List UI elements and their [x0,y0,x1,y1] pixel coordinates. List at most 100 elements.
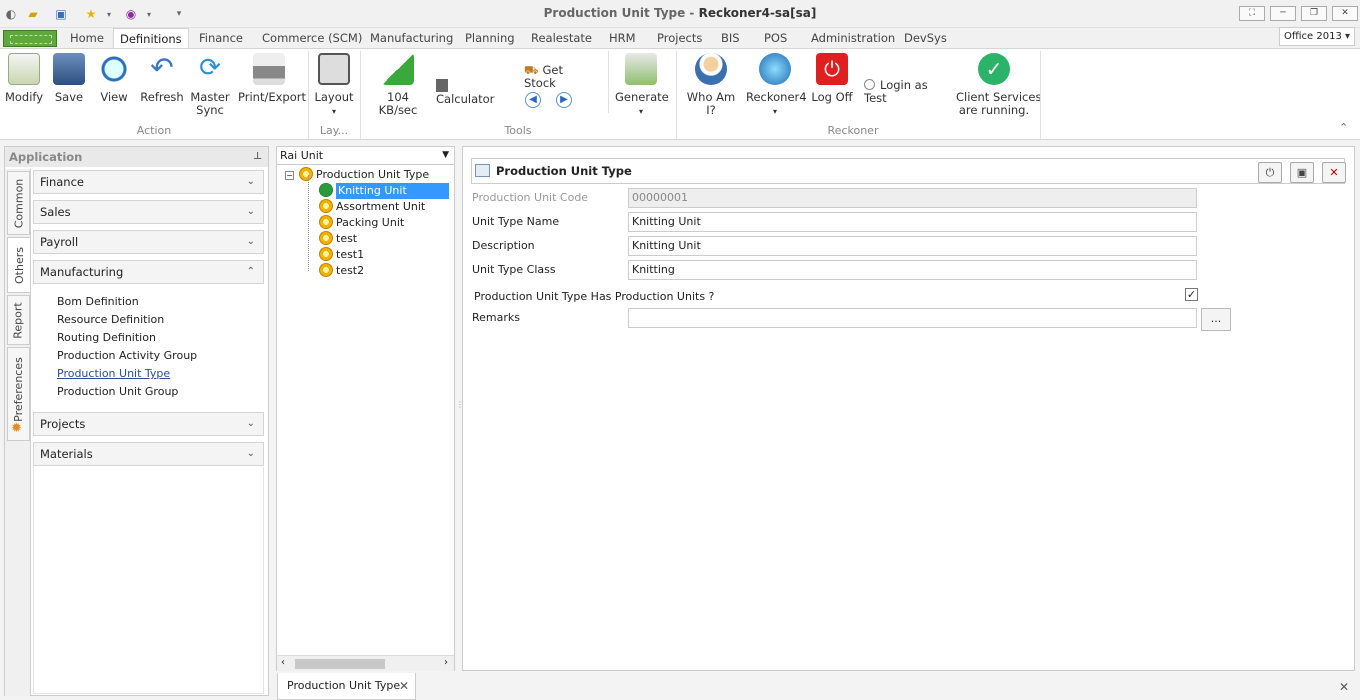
horizontal-scrollbar[interactable]: ‹ › [277,655,454,671]
minimize-button[interactable]: ─ [1270,6,1296,21]
calculator-button[interactable]: Calculator [436,79,508,106]
login-as-test-radio[interactable]: Login as Test [864,79,954,105]
tab-administration[interactable]: Administration [805,28,901,49]
title-bar: ◐ ▰ ▣ ★ ▾ ◉ ▾ ▾ Production Unit Type - R… [0,0,1360,28]
close-all-icon[interactable]: ✕ [1339,680,1349,694]
tab-home[interactable]: Home [64,28,110,49]
globe-icon [759,53,791,85]
tab-projects[interactable]: Projects [651,28,708,49]
acc-sales[interactable]: Sales ⌄ [33,200,264,224]
refresh-button[interactable]: ↶ Refresh [140,53,184,104]
close-form-button[interactable]: ✕ [1322,162,1346,183]
detail-form: Production Unit Type ⏻ ▣ ✕ Production Un… [462,146,1355,671]
reckoner4-button[interactable]: Reckoner4 ▾ [746,53,807,118]
restore-button[interactable]: ❐ [1301,6,1327,21]
acc-finance[interactable]: Finance ⌄ [33,170,264,194]
chevron-down-icon: ▼ [442,150,449,160]
vertical-tabs: Common Others Report Preferences ✹ [5,169,31,696]
nav-production-unit-type[interactable]: Production Unit Type [57,367,170,380]
group-separator [1040,51,1041,139]
ribbon-panel: Modify Save View ↶ Refresh ⟳ Master Sync… [0,48,1360,140]
tree-node[interactable]: test1 [319,247,364,263]
nav-production-unit-group[interactable]: Production Unit Group [57,385,178,398]
name-field[interactable]: Knitting Unit [628,212,1197,232]
pin-icon[interactable]: ⊥ [253,147,262,167]
tab-finance[interactable]: Finance [193,28,249,49]
nav-resource-definition[interactable]: Resource Definition [57,313,164,326]
power-toggle-button[interactable]: ⏻ [1258,162,1282,183]
save-button[interactable]: Save [52,53,86,104]
tree-node[interactable]: Knitting Unit [319,183,449,199]
description-field[interactable]: Knitting Unit [628,236,1197,256]
client-services-status: ✓ Client Services are running. [956,53,1041,117]
fullscreen-button[interactable]: ⛶ [1239,6,1265,21]
get-stock-button[interactable]: ⛟ Get Stock [524,64,596,90]
tree-node[interactable]: test [319,231,357,247]
tab-definitions[interactable]: Definitions [113,28,189,49]
sync-icon: ⟳ [199,53,221,83]
acc-materials[interactable]: Materials ⌄ [33,442,264,466]
group-label-layout: Lay... [319,124,349,137]
vtab-report[interactable]: Report [7,295,30,345]
acc-payroll[interactable]: Payroll ⌄ [33,230,264,254]
class-field[interactable]: Knitting [628,260,1197,280]
tree-node[interactable]: Packing Unit [319,215,404,231]
file-menu-button[interactable] [3,30,57,47]
remarks-field[interactable] [628,308,1197,328]
scroll-thumb[interactable] [295,659,385,669]
code-label: Production Unit Code [472,191,589,204]
tab-manufacturing[interactable]: Manufacturing [364,28,459,49]
remarks-ellipsis-button[interactable]: ... [1201,308,1231,331]
document-tab[interactable]: Production Unit Type ✕ [277,673,416,700]
close-button[interactable]: ✕ [1332,6,1358,21]
save-form-button[interactable]: ▣ [1290,162,1314,183]
forward-arrow-icon[interactable]: ▶ [556,92,572,108]
nav-bom-definition[interactable]: Bom Definition [57,295,139,308]
theme-select[interactable]: Office 2013 [1279,27,1355,46]
power-icon: ⏻ [816,53,848,85]
scroll-right-icon[interactable]: › [444,657,448,668]
preferences-gear-icon: ✹ [11,421,22,436]
tree-node[interactable]: test2 [319,263,364,279]
tab-planning[interactable]: Planning [459,28,521,49]
network-speed-indicator: 104 KB/sec [368,53,428,117]
remarks-label: Remarks [472,311,520,324]
tab-bis[interactable]: BIS [715,28,746,49]
name-label: Unit Type Name [472,215,560,228]
acc-manufacturing[interactable]: Manufacturing ⌃ [33,260,264,284]
tree-root[interactable]: − Production Unit Type [285,167,429,183]
nav-production-activity-group[interactable]: Production Activity Group [57,349,197,362]
refresh-icon: ↶ [150,51,174,84]
log-off-button[interactable]: ⏻ Log Off [810,53,854,104]
who-am-i-button[interactable]: Who Am I? [682,53,740,117]
tree-node[interactable]: Assortment Unit [319,199,425,215]
tab-pos[interactable]: POS [758,28,793,49]
master-sync-button[interactable]: ⟳ Master Sync [190,53,230,117]
form-header: Production Unit Type ⏻ ▣ ✕ [471,158,1346,184]
acc-projects[interactable]: Projects ⌄ [33,412,264,436]
layout-button[interactable]: Layout ▾ [314,53,354,118]
scroll-left-icon[interactable]: ‹ [281,657,285,668]
vtab-common[interactable]: Common [7,171,30,235]
collapse-ribbon-icon[interactable]: ⌃ [1339,121,1348,134]
nav-routing-definition[interactable]: Routing Definition [57,331,156,344]
tab-commerce[interactable]: Commerce (SCM) [256,28,368,49]
tab-realestate[interactable]: Realestate [525,28,598,49]
gear-icon [319,263,333,277]
print-export-button[interactable]: Print/Export [238,53,306,104]
generate-button[interactable]: Generate ▾ [615,53,669,118]
chevron-down-icon: ⌄ [246,176,255,187]
vtab-others[interactable]: Others [7,237,30,293]
has-units-checkbox[interactable]: ✓ [1185,288,1198,301]
tab-devsys[interactable]: DevSys [898,28,953,49]
back-arrow-icon[interactable]: ◀ [525,92,541,108]
modify-button[interactable]: Modify [4,53,44,104]
application-panel: Application ⊥ Common Others Report Prefer… [4,146,269,696]
view-button[interactable]: View [98,53,130,104]
gear-icon [319,199,333,213]
close-tab-icon[interactable]: ✕ [399,673,409,699]
tab-hrm[interactable]: HRM [603,28,642,49]
unit-combo[interactable]: Rai Unit ▼ [277,147,454,165]
class-label: Unit Type Class [472,263,556,276]
chevron-down-icon: ⌄ [246,236,255,247]
